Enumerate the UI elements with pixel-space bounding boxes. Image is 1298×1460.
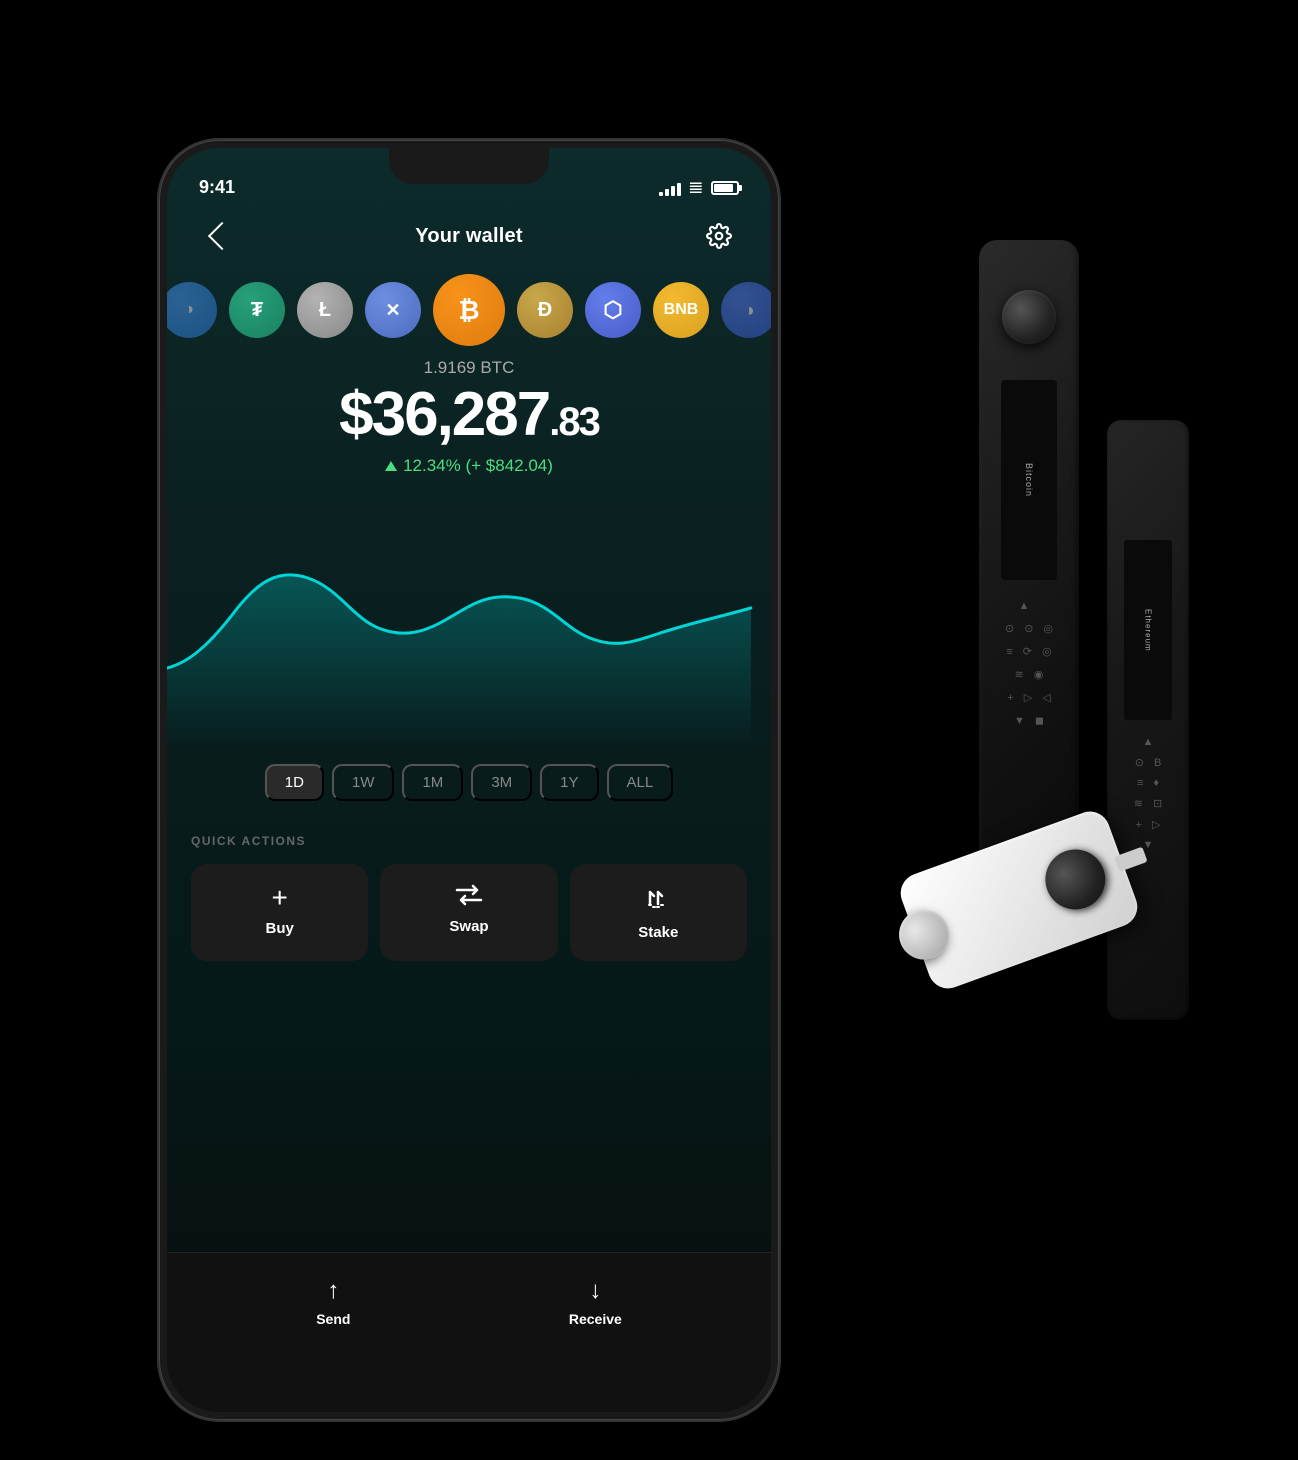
chart-svg: [167, 488, 771, 748]
time-period-1y[interactable]: 1Y: [540, 764, 598, 801]
time-period-1w[interactable]: 1W: [332, 764, 395, 801]
quick-actions-row: + Buy Swap: [191, 864, 747, 961]
phone-notch: [389, 148, 549, 184]
swap-icon: [455, 884, 483, 910]
balance-subtitle: 1.9169 BTC: [167, 358, 771, 378]
phone-mockup: 9:41 𝌆: [159, 140, 779, 1420]
balance-section: 1.9169 BTC $36,287.83 12.34% (+ $842.04): [167, 358, 771, 476]
balance-change: 12.34% (+ $842.04): [167, 456, 771, 476]
coin-carousel: ◑ ₮ Ł ✕ ₿ Ð ⬡ BNB ◑: [167, 274, 771, 346]
coin-item-usdt[interactable]: ₮: [229, 282, 285, 338]
trend-up-icon: [385, 461, 397, 471]
time-period-1m[interactable]: 1M: [402, 764, 463, 801]
stake-icon: [644, 884, 672, 916]
page-title: Your wallet: [415, 225, 522, 248]
chart-fill: [167, 575, 751, 748]
quick-actions-section: QUICK ACTIONS + Buy Swap: [167, 834, 771, 961]
send-icon: ↑: [327, 1277, 339, 1305]
ledger-text-bitcoin: Bitcoin: [1024, 463, 1034, 497]
coin-item-bnb[interactable]: BNB: [653, 282, 709, 338]
coin-item-doge[interactable]: Ð: [517, 282, 573, 338]
ledger-text-ethereum: Ethereum: [1144, 609, 1153, 652]
status-icons: 𝌆: [659, 178, 739, 198]
balance-amount: $36,287.83: [167, 384, 771, 446]
ledger-icon-grid: ▲ ⊙ ⊙ ◎ ≡ ⟳ ◎ ≋ ◉ +: [1005, 600, 1053, 727]
quick-actions-label: QUICK ACTIONS: [191, 834, 747, 848]
back-arrow-icon: [208, 222, 236, 250]
app-header: Your wallet: [167, 204, 771, 268]
coin-item-xrp[interactable]: ✕: [365, 282, 421, 338]
time-period-all[interactable]: ALL: [607, 764, 674, 801]
buy-label: Buy: [265, 920, 293, 937]
ledger-nano-x: Bitcoin ▲ ⊙ ⊙ ◎ ≡ ⟳ ◎ ≋: [979, 240, 1079, 920]
wifi-icon: 𝌆: [689, 178, 703, 198]
bottom-bar: ↑ Send ↓ Receive: [167, 1252, 771, 1412]
buy-icon: +: [271, 884, 287, 912]
ledger-secondary-screen: Ethereum: [1124, 540, 1172, 720]
ledger-main-button: [1002, 290, 1056, 344]
back-button[interactable]: [199, 216, 239, 256]
coin-item-partial[interactable]: ◑: [721, 282, 771, 338]
ledger-white-connector: [1037, 841, 1114, 918]
buy-button[interactable]: + Buy: [191, 864, 368, 961]
ledger-main-screen: Bitcoin: [1001, 380, 1057, 580]
receive-icon: ↓: [589, 1277, 601, 1305]
ledger-secondary-icons: ▲ ⊙ B ≡ ♦ ≋ ⊡ + ▷ ▼: [1134, 736, 1162, 851]
settings-button[interactable]: [699, 216, 739, 256]
status-time: 9:41: [199, 177, 235, 198]
signal-strength-icon: [659, 180, 681, 196]
receive-label: Receive: [569, 1311, 622, 1327]
coin-item-partial2[interactable]: ◑: [167, 282, 217, 338]
time-period-1d[interactable]: 1D: [265, 764, 324, 801]
battery-icon: [711, 181, 739, 195]
ledger-nano-s: Ethereum ▲ ⊙ B ≡ ♦ ≋ ⊡ +: [1107, 420, 1189, 1020]
swap-button[interactable]: Swap: [380, 864, 557, 961]
time-period-3m[interactable]: 3M: [471, 764, 532, 801]
receive-button[interactable]: ↓ Receive: [569, 1277, 622, 1327]
price-chart: [167, 488, 771, 748]
swap-label: Swap: [449, 918, 488, 935]
gear-icon: [706, 223, 732, 249]
coin-item-btc[interactable]: ₿: [433, 274, 505, 346]
ledger-white-button: [892, 903, 956, 967]
coin-item-eth[interactable]: ⬡: [585, 282, 641, 338]
stake-button[interactable]: Stake: [570, 864, 747, 961]
coin-item-ltc[interactable]: Ł: [297, 282, 353, 338]
time-period-selector: 1D 1W 1M 3M 1Y ALL: [167, 764, 771, 801]
stake-label: Stake: [638, 924, 678, 941]
send-button[interactable]: ↑ Send: [316, 1277, 350, 1327]
send-label: Send: [316, 1311, 350, 1327]
